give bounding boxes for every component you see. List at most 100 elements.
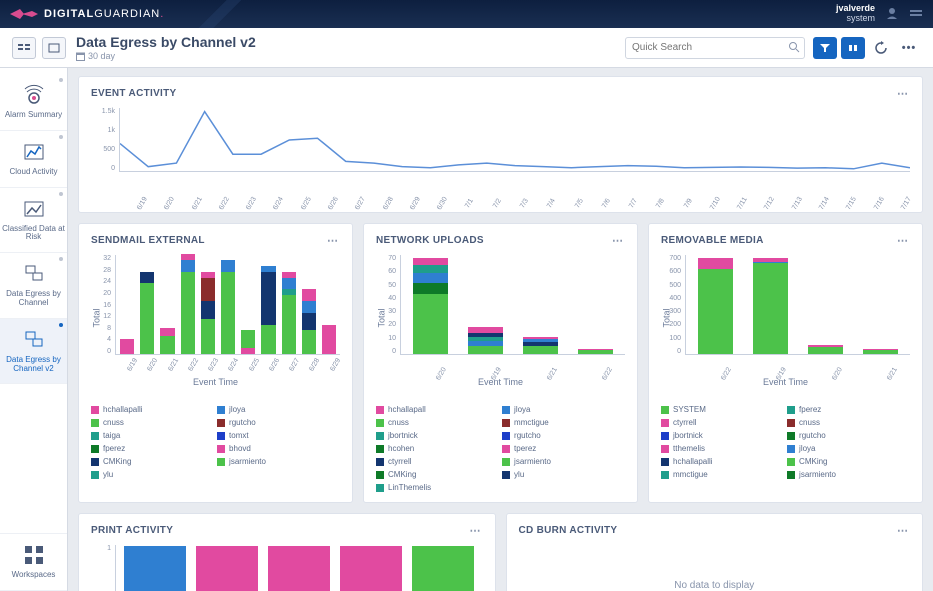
legend-item[interactable]: hcohen [376,444,488,453]
bar-column[interactable] [698,258,733,354]
card-more-menu[interactable]: ⋯ [612,234,625,247]
legend-item[interactable]: CMKing [376,470,488,479]
legend-item[interactable]: hchallapalli [661,457,773,466]
apps-menu-icon[interactable] [909,6,923,23]
card-print-activity: PRINT ACTIVITY ⋯ 1 [78,513,496,591]
legend-item[interactable]: ylu [502,470,614,479]
bar-column[interactable] [120,339,134,354]
legend-item[interactable]: fperez [91,444,203,453]
legend-item[interactable]: tomxt [217,431,329,440]
filter-button[interactable] [813,37,837,59]
bar-column[interactable] [140,272,154,354]
bar-column[interactable] [241,330,255,354]
brand-logo: DIGITALGUARDIAN. [44,8,164,20]
legend-item[interactable]: bhovd [217,444,329,453]
bar-column[interactable] [160,328,174,354]
workspaces-icon [23,542,45,568]
more-menu[interactable]: ••• [897,37,921,59]
bar-column[interactable] [201,272,215,354]
legend-item[interactable]: jbortnick [661,431,773,440]
date-range[interactable]: 30 day [76,51,256,61]
card-network-uploads: NETWORK UPLOADS ⋯ Total 706050403020100 … [363,223,638,503]
legend-item[interactable]: cnuss [787,418,899,427]
sidebar-item-alarm-summary[interactable]: Alarm Summary [0,74,67,131]
bar[interactable] [412,546,474,591]
legend-item[interactable]: taiga [91,431,203,440]
top-navbar: DIGITALGUARDIAN. jvalverde system [0,0,933,28]
legend-item[interactable]: rgutcho [502,431,614,440]
search-input[interactable] [625,37,805,59]
legend-item[interactable]: jsarmiento [217,457,329,466]
calendar-icon [76,52,85,61]
export-button[interactable] [841,37,865,59]
bar[interactable] [268,546,330,591]
card-removable-media: REMOVABLE MEDIA ⋯ Total 7006005004003002… [648,223,923,503]
bar[interactable] [124,546,186,591]
legend-item[interactable]: tperez [502,444,614,453]
sidebar-item-egress-channel-v2[interactable]: Data Egress by Channel v2 [0,319,67,385]
empty-state: No data to display [519,545,911,591]
legend-item[interactable]: SYSTEM [661,405,773,414]
view-toggle-1[interactable] [12,37,36,59]
bar-column[interactable] [753,258,788,354]
legend-item[interactable]: hchallapalli [91,405,203,414]
risk-chart-icon [21,196,47,222]
card-more-menu[interactable]: ⋯ [327,234,340,247]
user-menu[interactable]: jvalverde system [836,4,875,24]
legend-item[interactable]: jsarmiento [502,457,614,466]
legend-item[interactable]: cnuss [91,418,203,427]
refresh-button[interactable] [869,37,893,59]
page-header: Data Egress by Channel v2 30 day ••• [0,28,933,68]
bar-column[interactable] [523,337,558,354]
legend-item[interactable]: tthemelis [661,444,773,453]
legend-item[interactable]: rgutcho [787,431,899,440]
legend-item[interactable]: LinThemelis [376,483,488,492]
legend-item[interactable]: ylu [91,470,203,479]
page-title: Data Egress by Channel v2 [76,34,256,50]
bar-column[interactable] [468,327,503,354]
legend-item[interactable]: jloya [787,444,899,453]
quick-search[interactable] [625,37,805,59]
legend-item[interactable]: cnuss [376,418,488,427]
legend-item[interactable]: jloya [502,405,614,414]
sidebar-item-cloud-activity[interactable]: Cloud Activity [0,131,67,188]
card-title: EVENT ACTIVITY [91,88,177,99]
alarm-icon [21,82,47,108]
card-more-menu[interactable]: ⋯ [470,524,483,537]
legend-item[interactable]: hchallapall [376,405,488,414]
bar-column[interactable] [413,258,448,354]
sidebar-item-classified-data[interactable]: Classified Data at Risk [0,188,67,254]
sidebar-workspaces[interactable]: Workspaces [0,533,67,591]
bar-column[interactable] [282,272,296,354]
legend-item[interactable]: mmctigue [661,470,773,479]
bar-column[interactable] [302,289,316,354]
legend-item[interactable]: CMKing [787,457,899,466]
card-more-menu[interactable]: ⋯ [897,234,910,247]
brand-wing-icon [10,9,38,19]
card-event-activity: EVENT ACTIVITY ⋯ 1.5k1k5000 6/196/206/21… [78,76,923,213]
search-icon [788,41,800,53]
legend-item[interactable]: CMKing [91,457,203,466]
bar-column[interactable] [181,254,195,354]
bar-column[interactable] [578,349,613,354]
bar[interactable] [340,546,402,591]
legend-item[interactable]: jsarmiento [787,470,899,479]
legend-item[interactable]: mmctigue [502,418,614,427]
sidebar-item-egress-channel[interactable]: Data Egress by Channel [0,253,67,319]
card-more-menu[interactable]: ⋯ [897,524,910,537]
bar-column[interactable] [808,345,843,354]
legend-item[interactable]: fperez [787,405,899,414]
bar[interactable] [196,546,258,591]
legend-item[interactable]: jbortnick [376,431,488,440]
legend-item[interactable]: ctyrrell [376,457,488,466]
view-toggle-2[interactable] [42,37,66,59]
bar-column[interactable] [221,260,235,354]
bar-column[interactable] [322,325,336,354]
legend-item[interactable]: jloya [217,405,329,414]
bar-column[interactable] [863,349,898,354]
card-more-menu[interactable]: ⋯ [897,87,910,100]
user-avatar-icon[interactable] [885,6,899,23]
legend-item[interactable]: ctyrrell [661,418,773,427]
legend-item[interactable]: rgutcho [217,418,329,427]
bar-column[interactable] [261,266,275,354]
